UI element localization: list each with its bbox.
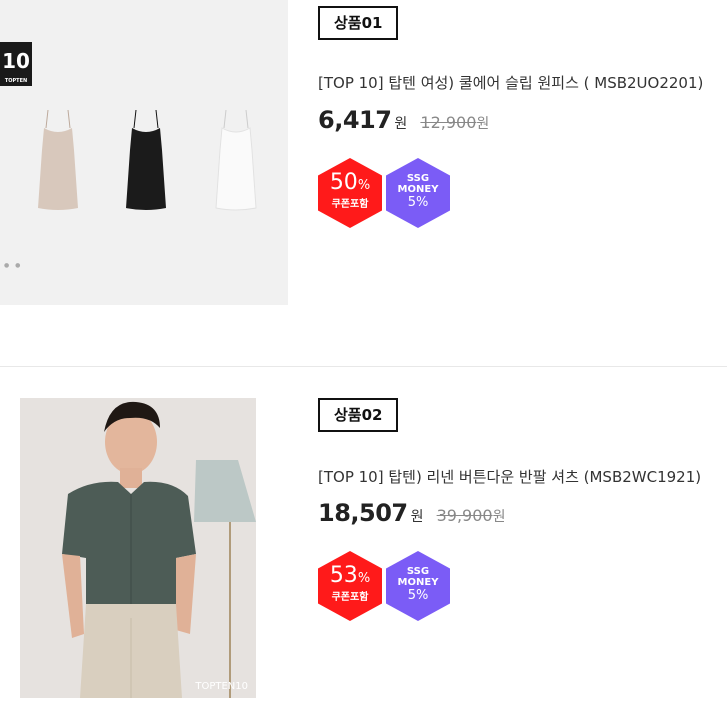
currency: 원 (394, 116, 408, 132)
money-line2: MONEY (397, 184, 439, 195)
discount-unit: % (357, 571, 371, 586)
divider (0, 366, 727, 367)
original-currency: 원 (492, 509, 506, 525)
image-watermark: TOPTEN10 (195, 681, 248, 692)
price-row: 18,507 원 39,900원 (318, 499, 505, 527)
brand-logo: 10 TOPTEN (0, 42, 32, 86)
discount-note: 쿠폰포함 (331, 592, 369, 603)
product-title[interactable]: [TOP 10] 탑텐 여성) 쿨에어 슬립 원피스 ( MSB2UO2201) (318, 72, 703, 93)
money-percent: 5% (407, 588, 429, 603)
discount-badge: 50% 쿠폰포함 (318, 158, 382, 228)
discount-badge: 53% 쿠폰포함 (318, 551, 382, 621)
product-card[interactable]: TOPTEN10 상품02 [TOP 10] 탑텐) 리넨 버튼다운 반팔 셔츠… (0, 368, 727, 717)
money-line1: SSG (406, 566, 430, 577)
product-number-tag: 상품02 (318, 398, 399, 432)
original-price: 39,900 (436, 506, 493, 525)
discount-value: 50 (329, 170, 358, 195)
product-title[interactable]: [TOP 10] 탑텐) 리넨 버튼다운 반팔 셔츠 (MSB2WC1921) (318, 466, 701, 487)
original-currency: 원 (476, 116, 490, 132)
money-line2: MONEY (397, 577, 439, 588)
price-row: 6,417 원 12,900원 (318, 106, 489, 134)
currency: 원 (410, 509, 424, 525)
sale-price: 6,417 (318, 106, 392, 134)
ssg-money-badge: SSG MONEY 5% (386, 158, 450, 228)
beige-dress-illustration (38, 110, 78, 210)
original-price: 12,900 (420, 113, 477, 132)
ssg-money-badge: SSG MONEY 5% (386, 551, 450, 621)
shirt-model-photo (0, 398, 288, 698)
white-dress-illustration (215, 110, 257, 211)
product-card[interactable]: 10 TOPTEN ● ● 상품01 [TOP 10] 탑텐 여성) 쿨에어 슬… (0, 0, 727, 367)
badges: 53% 쿠폰포함 SSG MONEY 5% (318, 551, 458, 623)
discount-note: 쿠폰포함 (331, 199, 369, 210)
image-dots: ● ● (4, 262, 23, 269)
badges: 50% 쿠폰포함 SSG MONEY 5% (318, 158, 458, 230)
black-dress-illustration (126, 110, 166, 210)
product-number-tag: 상품01 (318, 6, 399, 40)
product-image[interactable]: 10 TOPTEN ● ● (0, 0, 288, 305)
discount-value: 53 (329, 563, 358, 588)
money-line1: SSG (406, 173, 430, 184)
product-image[interactable]: TOPTEN10 (0, 398, 288, 698)
money-percent: 5% (407, 195, 429, 210)
sale-price: 18,507 (318, 499, 408, 527)
discount-unit: % (357, 178, 371, 193)
